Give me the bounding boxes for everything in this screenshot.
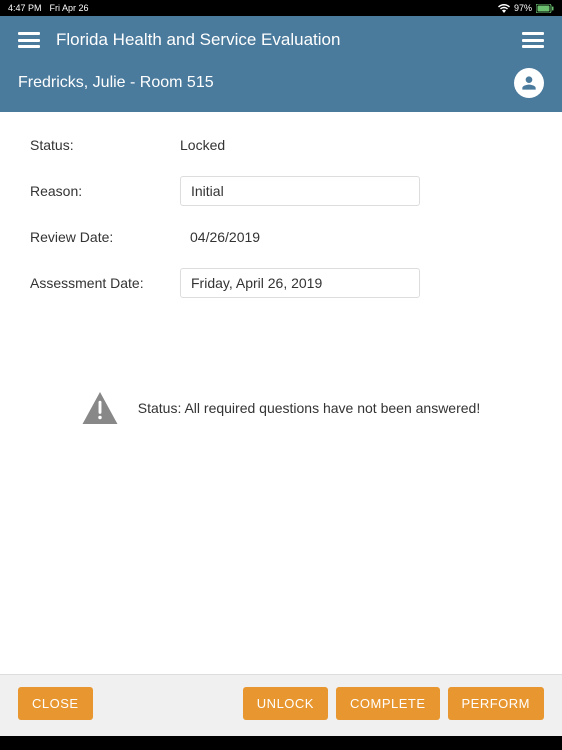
warning-area: Status: All required questions have not … bbox=[0, 332, 562, 464]
footer-toolbar: CLOSE UNLOCK COMPLETE PERFORM bbox=[0, 674, 562, 736]
wifi-icon bbox=[498, 4, 510, 13]
page-title: Florida Health and Service Evaluation bbox=[56, 30, 522, 50]
main-panel: Status: Locked Reason: Review Date: 04/2… bbox=[0, 112, 562, 674]
status-time: 4:47 PM bbox=[8, 3, 42, 13]
avatar-icon[interactable] bbox=[514, 68, 544, 98]
reason-label: Reason: bbox=[30, 183, 180, 199]
app-content: Florida Health and Service Evaluation Fr… bbox=[0, 16, 562, 736]
device-bezel bbox=[0, 736, 562, 750]
assessment-date-input[interactable] bbox=[180, 268, 420, 298]
battery-icon bbox=[536, 4, 554, 13]
reason-row: Reason: bbox=[30, 176, 532, 206]
menu-icon[interactable] bbox=[18, 32, 40, 48]
unlock-button[interactable]: UNLOCK bbox=[243, 687, 328, 720]
review-date-row: Review Date: 04/26/2019 bbox=[30, 222, 532, 252]
status-date: Fri Apr 26 bbox=[50, 3, 89, 13]
warning-icon bbox=[82, 392, 118, 424]
secondary-menu-icon[interactable] bbox=[522, 32, 544, 48]
battery-percent: 97% bbox=[514, 3, 532, 13]
assessment-date-row: Assessment Date: bbox=[30, 268, 532, 298]
status-label: Status: bbox=[30, 137, 180, 153]
complete-button[interactable]: COMPLETE bbox=[336, 687, 440, 720]
device-frame: 4:47 PM Fri Apr 26 97% Florida Health an… bbox=[0, 0, 562, 750]
assessment-date-label: Assessment Date: bbox=[30, 275, 180, 291]
review-date-label: Review Date: bbox=[30, 229, 180, 245]
review-date-value: 04/26/2019 bbox=[190, 229, 260, 245]
form-area: Status: Locked Reason: Review Date: 04/2… bbox=[0, 112, 562, 332]
perform-button[interactable]: PERFORM bbox=[448, 687, 545, 720]
app-header: Florida Health and Service Evaluation Fr… bbox=[0, 16, 562, 112]
status-value: Locked bbox=[180, 137, 225, 153]
reason-input[interactable] bbox=[180, 176, 420, 206]
warning-text: Status: All required questions have not … bbox=[138, 400, 480, 416]
patient-info: Fredricks, Julie - Room 515 bbox=[18, 74, 214, 92]
status-row: Status: Locked bbox=[30, 130, 532, 160]
ios-status-bar: 4:47 PM Fri Apr 26 97% bbox=[0, 0, 562, 16]
close-button[interactable]: CLOSE bbox=[18, 687, 93, 720]
